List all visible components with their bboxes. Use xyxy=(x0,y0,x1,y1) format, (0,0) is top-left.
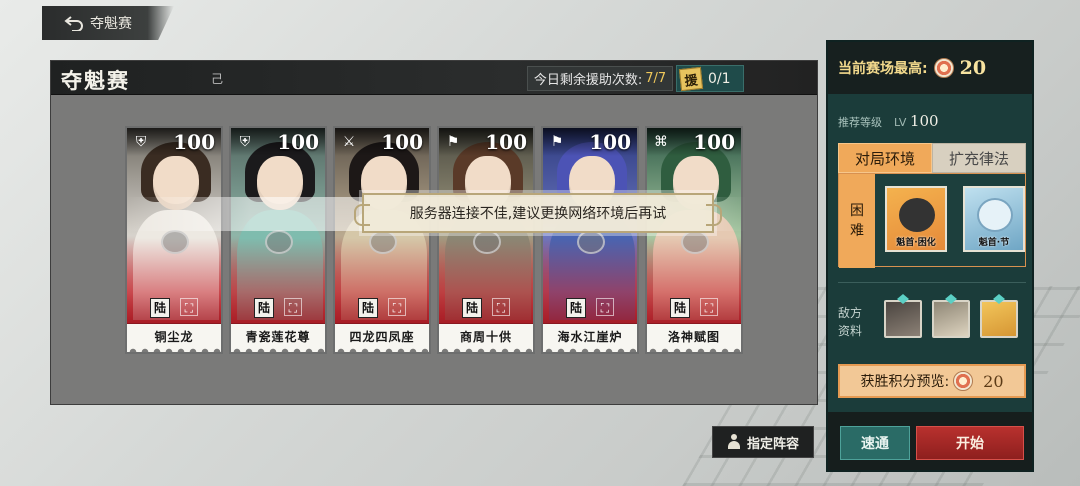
shield-icon: ⛨ xyxy=(135,134,147,150)
terrain-tag: 陆 xyxy=(462,298,482,318)
environment-box: 困 难 魁首·困化 魁首·节 xyxy=(838,173,1026,268)
card-level: 100 xyxy=(277,130,319,154)
character-card[interactable]: ⌘ 100 陆 ⛶ 洛神赋图 xyxy=(645,126,743,354)
expand-icon[interactable]: ⛶ xyxy=(388,298,406,316)
action-bar: 速通 开始 xyxy=(828,412,1032,470)
back-button[interactable]: 夺魁赛 xyxy=(42,6,174,40)
gem-icon xyxy=(945,294,957,304)
knot-icon: ⌘ xyxy=(654,134,668,150)
terrain-tag: 陆 xyxy=(358,298,378,318)
ticket-edge xyxy=(335,344,429,352)
back-arrow-icon xyxy=(64,16,83,31)
card-level: 100 xyxy=(589,130,631,154)
card-level: 100 xyxy=(693,130,735,154)
info-tabs: 对局环境 扩充律法 xyxy=(838,143,1026,173)
assist-label: 今日剩余援助次数: xyxy=(533,73,643,88)
character-card[interactable]: ⚔ 100 陆 ⛶ 四龙四凤座 xyxy=(333,126,431,354)
expand-icon[interactable]: ⛶ xyxy=(284,298,302,316)
terrain-tag: 陆 xyxy=(670,298,690,318)
character-card[interactable]: ⛨ 100 陆 ⛶ 铜尘龙 xyxy=(125,126,223,354)
flag-icon: ⚑ xyxy=(550,134,564,150)
page-title: 夺魁赛 xyxy=(61,68,130,93)
assign-lineup-button[interactable]: 指定阵容 xyxy=(712,426,814,458)
support-badge-icon: 援 xyxy=(678,66,704,91)
lv-prefix: LV xyxy=(894,116,907,129)
terrain-tag: 陆 xyxy=(566,298,586,318)
lock-icon xyxy=(577,230,605,254)
expand-icon[interactable]: ⛶ xyxy=(700,298,718,316)
best-score-label: 当前赛场最高: xyxy=(838,61,928,77)
enemy-avatar[interactable] xyxy=(884,294,922,338)
flower-points-icon xyxy=(933,58,954,78)
recommended-level: 推荐等级 LV 100 xyxy=(838,112,939,130)
lock-icon xyxy=(265,230,293,254)
gem-icon xyxy=(993,294,1005,304)
win-points-label: 获胜积分预览: xyxy=(860,374,950,390)
back-tab-label: 夺魁赛 xyxy=(90,16,132,32)
buff-card[interactable]: 魁首·困化 xyxy=(885,186,947,252)
support-counter[interactable]: 援 0/1 xyxy=(676,65,744,92)
sword-icon: ⚔ xyxy=(342,134,356,150)
enemy-avatar[interactable] xyxy=(932,294,970,338)
character-card[interactable]: ⚑ 100 陆 ⛶ 商周十供 xyxy=(437,126,535,354)
card-level: 100 xyxy=(381,130,423,154)
ticket-edge xyxy=(231,344,325,352)
panel-header: 夺魁赛 己 今日剩余援助次数: 7/7 援 0/1 xyxy=(51,61,817,95)
expand-icon[interactable]: ⛶ xyxy=(492,298,510,316)
recommended-level-value: 100 xyxy=(909,112,939,130)
card-level: 100 xyxy=(173,130,215,154)
divider xyxy=(838,282,1026,283)
tab-extended-rules[interactable]: 扩充律法 xyxy=(932,143,1026,173)
lock-icon xyxy=(681,230,709,254)
person-icon xyxy=(727,434,741,450)
snowflake-icon xyxy=(977,198,1013,232)
tab-match-environment[interactable]: 对局环境 xyxy=(838,143,932,173)
win-points-preview: 获胜积分预览: 20 xyxy=(838,364,1026,398)
character-card[interactable]: ⛨ 100 陆 ⛶ 青瓷莲花尊 xyxy=(229,126,327,354)
enemy-info-label: 敌方资料 xyxy=(838,306,863,338)
start-button[interactable]: 开始 xyxy=(916,426,1024,460)
difficulty-tag: 困 难 xyxy=(839,174,875,268)
card-row: ⛨ 100 陆 ⛶ 铜尘龙 ⛨ 100 陆 ⛶ 青瓷莲花尊 ⚔ 100 陆 ⛶ … xyxy=(125,126,745,356)
ticket-edge xyxy=(127,344,221,352)
best-score-bar: 当前赛场最高: 20 xyxy=(828,42,1032,94)
assign-lineup-label: 指定阵容 xyxy=(746,436,799,452)
assist-count: 7/7 xyxy=(645,71,667,86)
expand-icon[interactable]: ⛶ xyxy=(596,298,614,316)
match-info-panel: 当前赛场最高: 20 推荐等级 LV 100 对局环境 扩充律法 困 难 魁首·… xyxy=(826,40,1034,472)
character-card[interactable]: ⚑ 100 陆 ⛶ 海水江崖炉 xyxy=(541,126,639,354)
terrain-tag: 陆 xyxy=(150,298,170,318)
gem-icon xyxy=(897,294,909,304)
page-subtitle: 己 xyxy=(211,72,224,86)
flag-icon: ⚑ xyxy=(446,134,460,150)
support-count: 0/1 xyxy=(708,70,731,87)
recommended-level-label: 推荐等级 xyxy=(838,116,882,129)
buff-card[interactable]: 魁首·节 xyxy=(963,186,1025,252)
network-toast: 服务器连接不佳,建议更换网络环境后再试 xyxy=(354,193,722,233)
lock-icon xyxy=(369,230,397,254)
card-level: 100 xyxy=(485,130,527,154)
shield-icon: ⛨ xyxy=(239,134,251,150)
best-score-value: 20 xyxy=(959,57,987,79)
expand-icon[interactable]: ⛶ xyxy=(180,298,198,316)
ticket-edge xyxy=(543,344,637,352)
win-points-value: 20 xyxy=(983,371,1004,391)
ticket-edge xyxy=(439,344,533,352)
lock-icon xyxy=(161,230,189,254)
buff-label: 魁首·困化 xyxy=(896,238,936,248)
sweep-button[interactable]: 速通 xyxy=(840,426,910,460)
enemy-avatar[interactable] xyxy=(980,294,1018,338)
assist-counter: 今日剩余援助次数: 7/7 xyxy=(527,66,673,91)
lock-icon xyxy=(473,230,501,254)
terrain-tag: 陆 xyxy=(254,298,274,318)
flower-points-icon xyxy=(953,371,974,391)
ticket-edge xyxy=(647,344,741,352)
sleeping-icon xyxy=(899,198,935,232)
buff-label: 魁首·节 xyxy=(978,238,1010,248)
